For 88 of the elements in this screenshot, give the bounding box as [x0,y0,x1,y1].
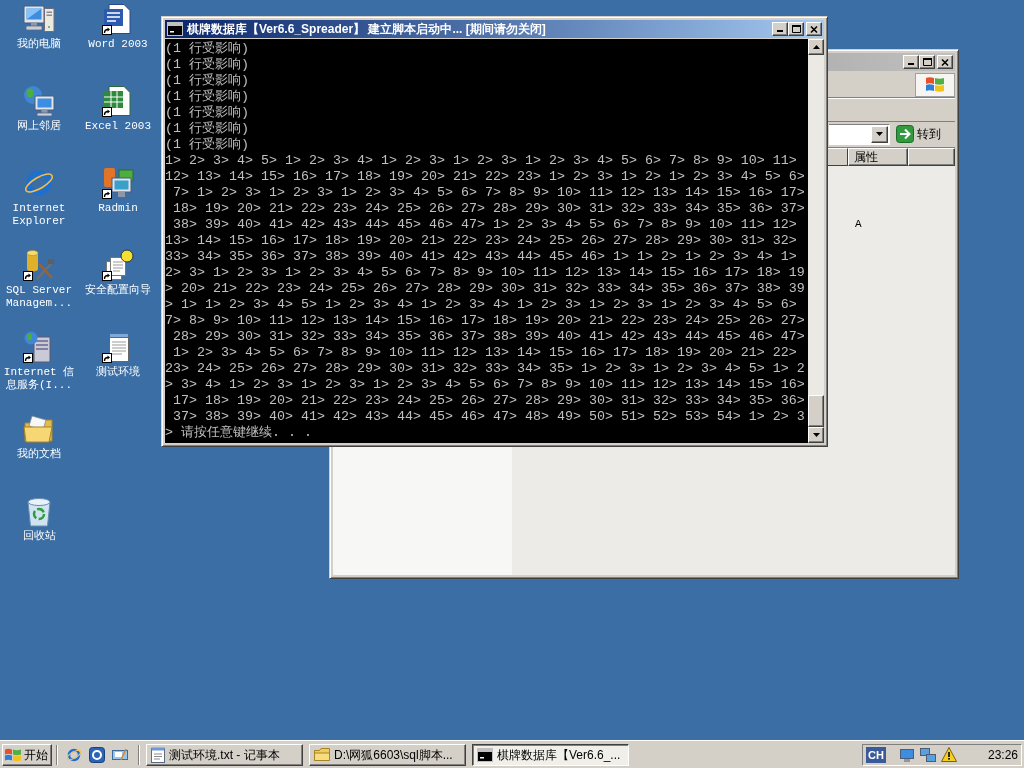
desktop-item[interactable]: 网上邻居 [0,82,78,133]
column-header[interactable] [908,148,955,166]
console-line: 7> 1> 2> 3> 1> 2> 3> 1> 2> 3> 4> 5> 6> 7> 8> 9> 10> 11> 12> 13> 14> 15> 16> 17> [172,185,805,201]
console-line: (1 行受影响) [165,57,249,73]
console-line: (1 行受影响) [165,137,249,153]
console-icon [477,747,493,762]
console-line: 13> 14> 15> 16> 17> 18> 19> 20> 21> 22> 23> 24> 25> 26> 27> 28> 29> 30> 31> 32> [165,233,797,249]
scrollbar-thumb[interactable] [808,395,824,427]
monitors-icon [102,167,134,199]
minimize-button[interactable] [903,55,919,69]
console-line: 18> 19> 20> 21> 22> 23> 24> 25> 26> 27> 28> 29> 30> 31> 32> 33> 34> 35> 36> 37> [172,201,805,217]
console-icon [167,22,183,36]
document-icon [102,3,134,35]
minimize-icon [777,30,783,32]
flag-icon [5,747,21,762]
scroll-up-button[interactable] [808,39,824,55]
desktop-item[interactable]: Internet 信息服务(I... [0,328,78,392]
flag-logo-icon [915,72,955,97]
taskbar-button[interactable]: 测试环境.txt - 记事本 [146,743,303,766]
console-line: (1 行受影响) [165,89,249,105]
maximize-button[interactable] [919,55,935,69]
console-line: > 3> 4> 1> 2> 3> 1> 2> 3> 1> 2> 3> 4> 5> 6> 7> 8> 9> 10> 11> 12> 13> 14> 15> 16> [165,377,805,393]
spreadsheet-icon [102,85,134,117]
monitor-icon[interactable] [898,746,915,763]
maximize-icon [791,25,801,33]
notepad-icon [151,746,165,763]
desktop-item[interactable]: Excel 2003 [79,82,157,133]
network-computer-icon [23,85,55,117]
desktop-item[interactable]: 我的文档 [0,410,78,461]
warning-icon[interactable] [940,747,957,762]
arrow-up-icon [812,45,820,49]
folder-icon [314,748,330,761]
minimize-button[interactable] [772,22,788,36]
dropdown-button[interactable] [871,125,888,143]
desktop-item[interactable]: 测试环境 [79,328,157,379]
console-line: > 请按任意键继续. . . [165,425,312,441]
desktop-item[interactable]: 安全配置向导 [79,246,157,297]
console-line: (1 行受影响) [165,41,249,57]
console-line: 17> 18> 19> 20> 21> 22> 23> 24> 25> 26> 27> 28> 29> 30> 31> 32> 33> 34> 35> 36> [172,393,805,409]
clock[interactable]: 23:26 [987,745,1018,764]
desktop-item[interactable]: Word 2003 [79,0,157,51]
scroll-down-button[interactable] [808,427,824,443]
window-title: 棋牌数据库【Ver6.6_Spreader】 建立脚本启动中... [期间请勿关闭] [187,21,546,38]
taskbar-button[interactable]: 棋牌数据库【Ver6.6_... [472,743,629,766]
maximize-icon [922,58,932,66]
arrow-right-icon [896,125,914,143]
go-button[interactable]: 转到 [893,123,955,145]
desktop-item[interactable]: Internet Explorer [0,164,78,228]
console-line: 38> 39> 40> 41> 42> 43> 44> 45> 46> 47> 1> 2> 3> 4> 5> 6> 7> 8> 9> 10> 11> 12> [172,217,797,233]
arrow-down-icon [812,433,820,437]
maximize-button[interactable] [788,22,804,36]
address-field[interactable] [829,123,890,145]
console-line: 33> 34> 35> 36> 37> 38> 39> 40> 41> 42> 43> 44> 45> 46> 1> 1> 2> 1> 2> 3> 4> 1> [165,249,797,265]
console-line: 23> 24> 25> 26> 27> 28> 29> 30> 31> 32> 33> 34> 35> 1> 2> 3> 1> 2> 3> 4> 5> 1> 2 [165,361,805,377]
console-line: 28> 29> 30> 31> 32> 33> 34> 35> 36> 37> 38> 39> 40> 41> 42> 43> 44> 45> 46> 47> [172,329,805,345]
taskbar-button[interactable]: D:\网狐6603\sql脚本... [309,743,466,766]
close-button[interactable] [937,55,953,69]
ring-orbit-icon[interactable] [66,746,82,763]
desktop-item[interactable]: SQL Server Managem... [0,246,78,310]
network-computers-icon[interactable] [919,746,936,763]
console-line: (1 行受影响) [165,121,249,137]
start-button[interactable]: 开始 [2,743,52,766]
console-line: (1 行受影响) [165,73,249,89]
table-cell-text: A [854,217,863,231]
console-line: (1 行受影响) [165,105,249,121]
column-header[interactable] [827,148,848,166]
folder-icon [23,413,55,445]
close-button[interactable] [806,22,822,36]
minimize-icon [908,63,914,65]
console-line: 7> 8> 9> 10> 11> 12> 13> 14> 15> 16> 17> 18> 19> 20> 21> 22> 23> 24> 25> 26> 27> [165,313,805,329]
console-line: 1> 2> 3> 4> 5> 6> 7> 8> 9> 10> 11> 12> 13> 14> 15> 16> 17> 18> 19> 20> 21> 22> [172,345,797,361]
desktop-item[interactable]: 回收站 [0,492,78,543]
close-icon [810,25,818,33]
console-line: 37> 38> 39> 40> 41> 42> 43> 44> 45> 46> 47> 48> 49> 50> 51> 52> 53> 54> 1> 2> 3 [172,409,805,425]
console-line: > 1> 1> 2> 3> 4> 5> 1> 2> 3> 4> 1> 2> 3> 4> 1> 2> 3> 1> 2> 3> 1> 2> 3> 4> 5> 6> [165,297,797,313]
pencil-frame-icon[interactable] [112,746,128,763]
desktop-item[interactable]: Radmin [79,164,157,215]
console-line: 2> 3> 1> 2> 3> 1> 2> 3> 4> 5> 6> 7> 8> 9> 10> 11> 12> 13> 14> 15> 16> 17> 18> 19 [165,265,805,281]
close-icon [941,58,949,66]
column-header[interactable]: 属性 [848,148,908,166]
desktop-item[interactable]: 我的电脑 [0,0,78,51]
computer-icon [23,3,55,35]
console-line: 1> 2> 3> 4> 5> 1> 2> 3> 4> 1> 2> 3> 1> 2> 3> 1> 2> 3> 4> 5> 6> 7> 8> 9> 10> 11> [165,153,797,169]
language-indicator[interactable]: CH [866,746,886,763]
caret-down-icon [876,132,883,136]
console-line: 12> 13> 14> 15> 16> 17> 18> 19> 20> 21> 22> 23> 1> 2> 3> 1> 2> 1> 2> 3> 4> 5> 6> [165,169,805,185]
console-line: > 20> 21> 22> 23> 24> 25> 26> 27> 28> 29> 30> 31> 32> 33> 34> 35> 36> 37> 38> 39 [165,281,805,297]
ring-tile-icon[interactable] [89,746,105,763]
